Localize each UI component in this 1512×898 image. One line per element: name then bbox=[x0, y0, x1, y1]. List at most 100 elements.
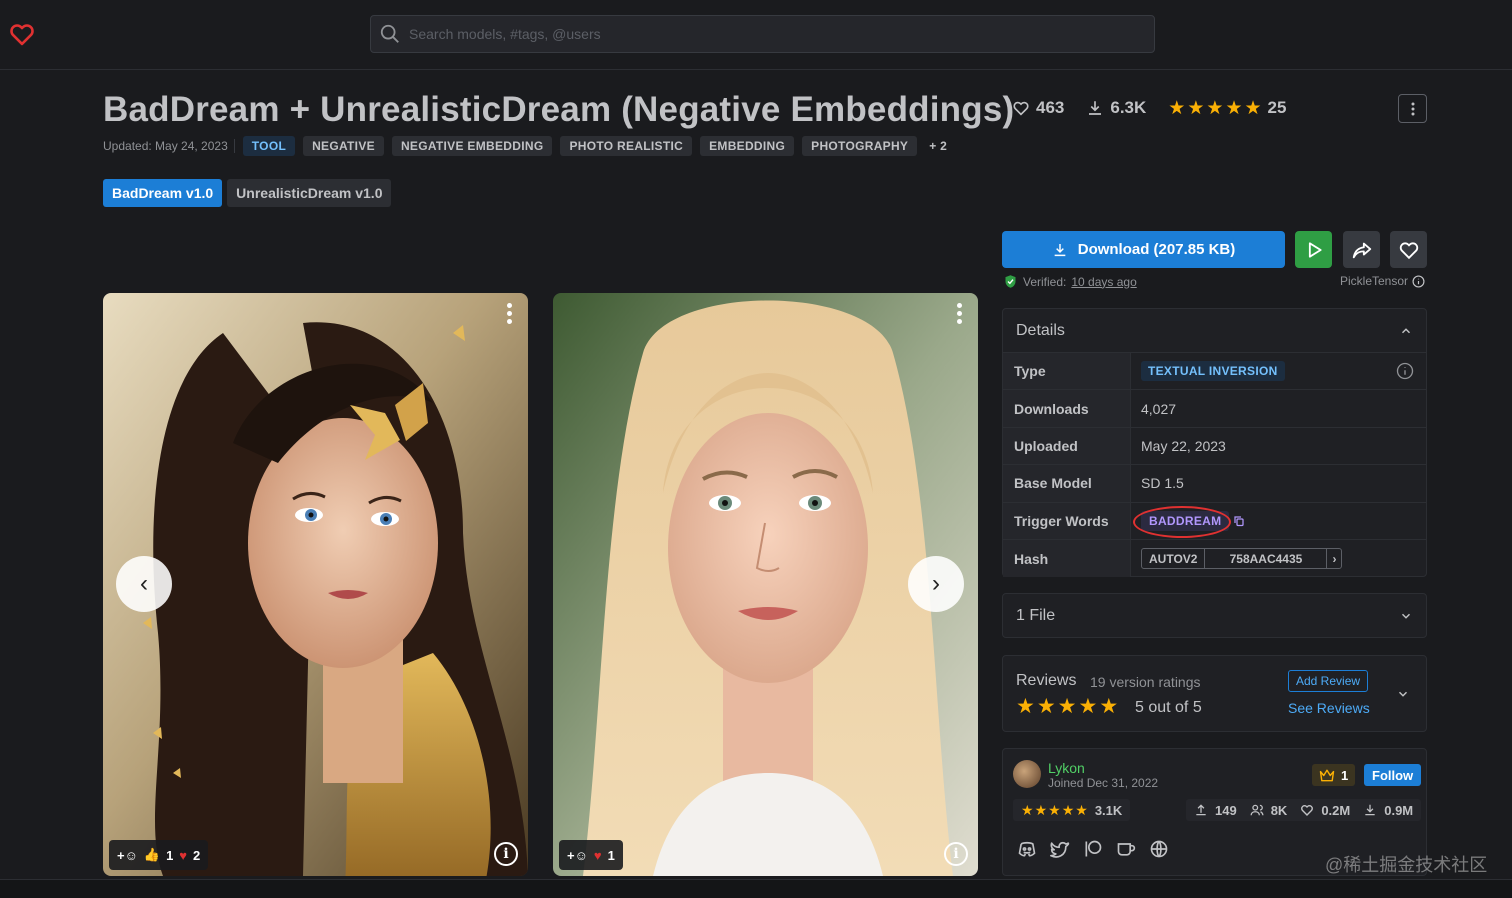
files-panel[interactable]: 1 File bbox=[1002, 593, 1427, 638]
search-input[interactable] bbox=[409, 26, 1109, 42]
heart-reaction-count: 1 bbox=[607, 847, 615, 863]
next-image-button[interactable]: › bbox=[908, 556, 964, 612]
search-icon bbox=[380, 24, 399, 43]
shield-check-icon bbox=[1005, 275, 1016, 288]
updated-date: Updated: May 24, 2023 bbox=[103, 139, 235, 153]
see-reviews-link[interactable]: See Reviews bbox=[1288, 700, 1370, 716]
dot bbox=[507, 311, 512, 316]
heart-logo-icon[interactable] bbox=[8, 20, 36, 48]
search-bar[interactable] bbox=[370, 15, 1155, 53]
creator-rank-badge: 1 bbox=[1312, 764, 1356, 786]
upload-icon bbox=[1196, 804, 1206, 816]
chevron-right-icon[interactable]: › bbox=[1327, 549, 1341, 568]
verified-time-link[interactable]: 10 days ago bbox=[1071, 275, 1136, 289]
hash-display[interactable]: AUTOV2 758AAC4435 › bbox=[1141, 548, 1343, 570]
details-row-uploaded: Uploaded May 22, 2023 bbox=[1003, 427, 1426, 466]
tag-embedding[interactable]: EMBEDDING bbox=[700, 136, 795, 156]
add-review-button[interactable]: Add Review bbox=[1288, 670, 1369, 692]
dot bbox=[957, 311, 962, 316]
tag-tool[interactable]: TOOL bbox=[242, 136, 296, 156]
gallery-image-card[interactable]: › +☺ ♥ 1 i bbox=[553, 293, 978, 876]
follow-button[interactable]: Follow bbox=[1364, 764, 1422, 786]
info-icon[interactable] bbox=[1412, 274, 1425, 288]
avatar[interactable] bbox=[1013, 760, 1041, 788]
star-icon: ★ bbox=[1075, 802, 1088, 818]
add-reaction-icon[interactable]: +☺ bbox=[567, 848, 588, 863]
highlight-circle bbox=[1133, 505, 1231, 538]
details-key: Uploaded bbox=[1003, 427, 1131, 465]
hash-algorithm[interactable]: AUTOV2 bbox=[1142, 549, 1206, 569]
rating-count: 25 bbox=[1267, 98, 1287, 117]
twitter-icon[interactable] bbox=[1050, 839, 1070, 859]
tag-photography[interactable]: PHOTOGRAPHY bbox=[802, 136, 918, 156]
dot bbox=[957, 319, 962, 324]
chevron-up-icon bbox=[1401, 327, 1411, 333]
image-menu-button[interactable] bbox=[506, 303, 514, 325]
thumbs-up-icon[interactable]: 👍 bbox=[144, 847, 160, 863]
favorite-button[interactable] bbox=[1390, 231, 1427, 268]
more-menu-button[interactable] bbox=[1398, 94, 1427, 123]
details-title: Details bbox=[1016, 321, 1065, 339]
details-row-downloads: Downloads 4,027 bbox=[1003, 390, 1426, 428]
dot bbox=[507, 319, 512, 324]
chevron-down-icon[interactable] bbox=[1396, 687, 1410, 701]
copy-icon[interactable] bbox=[1233, 515, 1245, 527]
chevron-right-icon: › bbox=[932, 570, 940, 597]
details-key: Type bbox=[1003, 353, 1131, 390]
image-info-icon[interactable]: i bbox=[944, 842, 968, 866]
prev-image-button[interactable]: ‹ bbox=[116, 556, 172, 612]
model-title: BadDream + UnrealisticDream (Negative Em… bbox=[103, 90, 1015, 129]
details-header[interactable]: Details bbox=[1003, 309, 1426, 353]
tag-negative[interactable]: NEGATIVE bbox=[303, 136, 384, 156]
creator-downloads-count: 0.9M bbox=[1384, 802, 1414, 818]
hash-value[interactable]: 758AAC4435 bbox=[1205, 549, 1328, 569]
scanner-name: PickleTensor bbox=[1340, 274, 1409, 288]
share-button[interactable] bbox=[1343, 231, 1380, 268]
reviews-count: 19 version ratings bbox=[1090, 674, 1201, 690]
star-icon: ★ bbox=[1057, 695, 1077, 718]
star-icon: ★ bbox=[1099, 695, 1119, 718]
heart-reaction-icon[interactable]: ♥ bbox=[179, 848, 187, 863]
tag-photo-realistic[interactable]: PHOTO REALISTIC bbox=[560, 136, 693, 156]
thumbs-up-count: 1 bbox=[166, 847, 174, 863]
rating-stat[interactable]: ★ ★ ★ ★ ★ 25 bbox=[1168, 98, 1286, 118]
model-meta: Updated: May 24, 2023 TOOL NEGATIVE NEGA… bbox=[103, 136, 951, 156]
download-button[interactable]: Download (207.85 KB) bbox=[1002, 231, 1285, 268]
gallery-image-card[interactable]: ‹ +☺ 👍 1 ♥ 2 i bbox=[103, 293, 528, 876]
details-value: SD 1.5 bbox=[1141, 475, 1184, 492]
info-icon[interactable] bbox=[1396, 362, 1414, 380]
tag-more[interactable]: + 2 bbox=[925, 136, 951, 156]
globe-icon[interactable] bbox=[1149, 839, 1169, 859]
vertical-dots-icon bbox=[1411, 102, 1414, 115]
details-key: Downloads bbox=[1003, 390, 1131, 427]
download-icon bbox=[1089, 101, 1102, 115]
downloads-stat: 6.3K bbox=[1086, 98, 1146, 118]
heart-reaction-icon[interactable]: ♥ bbox=[594, 848, 602, 863]
image-reactions: +☺ 👍 1 ♥ 2 bbox=[109, 840, 209, 870]
verified-status: Verified: 10 days ago bbox=[1003, 274, 1137, 289]
details-panel: Details Type TEXTUAL INVERSION Downloads… bbox=[1002, 308, 1427, 578]
image-reactions: +☺ ♥ 1 bbox=[559, 840, 623, 870]
discord-icon[interactable] bbox=[1017, 839, 1037, 859]
version-tab-unrealisticdream[interactable]: UnrealisticDream v1.0 bbox=[227, 179, 392, 207]
rating-stars: ★ ★ ★ ★ ★ bbox=[1168, 99, 1261, 118]
image-menu-button[interactable] bbox=[956, 303, 964, 325]
followers-count: 8K bbox=[1270, 802, 1288, 818]
creator-rating-count: 3.1K bbox=[1094, 802, 1123, 818]
patreon-icon[interactable] bbox=[1083, 839, 1103, 859]
version-tab-baddream[interactable]: BadDream v1.0 bbox=[103, 179, 223, 207]
add-reaction-icon[interactable]: +☺ bbox=[117, 848, 138, 863]
star-icon: ★ bbox=[1244, 97, 1262, 119]
image-info-icon[interactable]: i bbox=[494, 842, 518, 866]
likes-stat[interactable]: 463 bbox=[1012, 98, 1064, 118]
run-button[interactable] bbox=[1295, 231, 1332, 268]
details-value: 4,027 bbox=[1141, 400, 1177, 417]
kofi-icon[interactable] bbox=[1116, 839, 1136, 859]
files-header[interactable]: 1 File bbox=[1003, 594, 1426, 637]
download-icon bbox=[1054, 243, 1066, 256]
tag-negative-embedding[interactable]: NEGATIVE EMBEDDING bbox=[391, 136, 553, 156]
uploads-count: 149 bbox=[1215, 802, 1237, 818]
details-key: Hash bbox=[1003, 539, 1131, 578]
chevron-left-icon: ‹ bbox=[140, 570, 148, 597]
creator-name[interactable]: Lykon bbox=[1048, 760, 1085, 776]
